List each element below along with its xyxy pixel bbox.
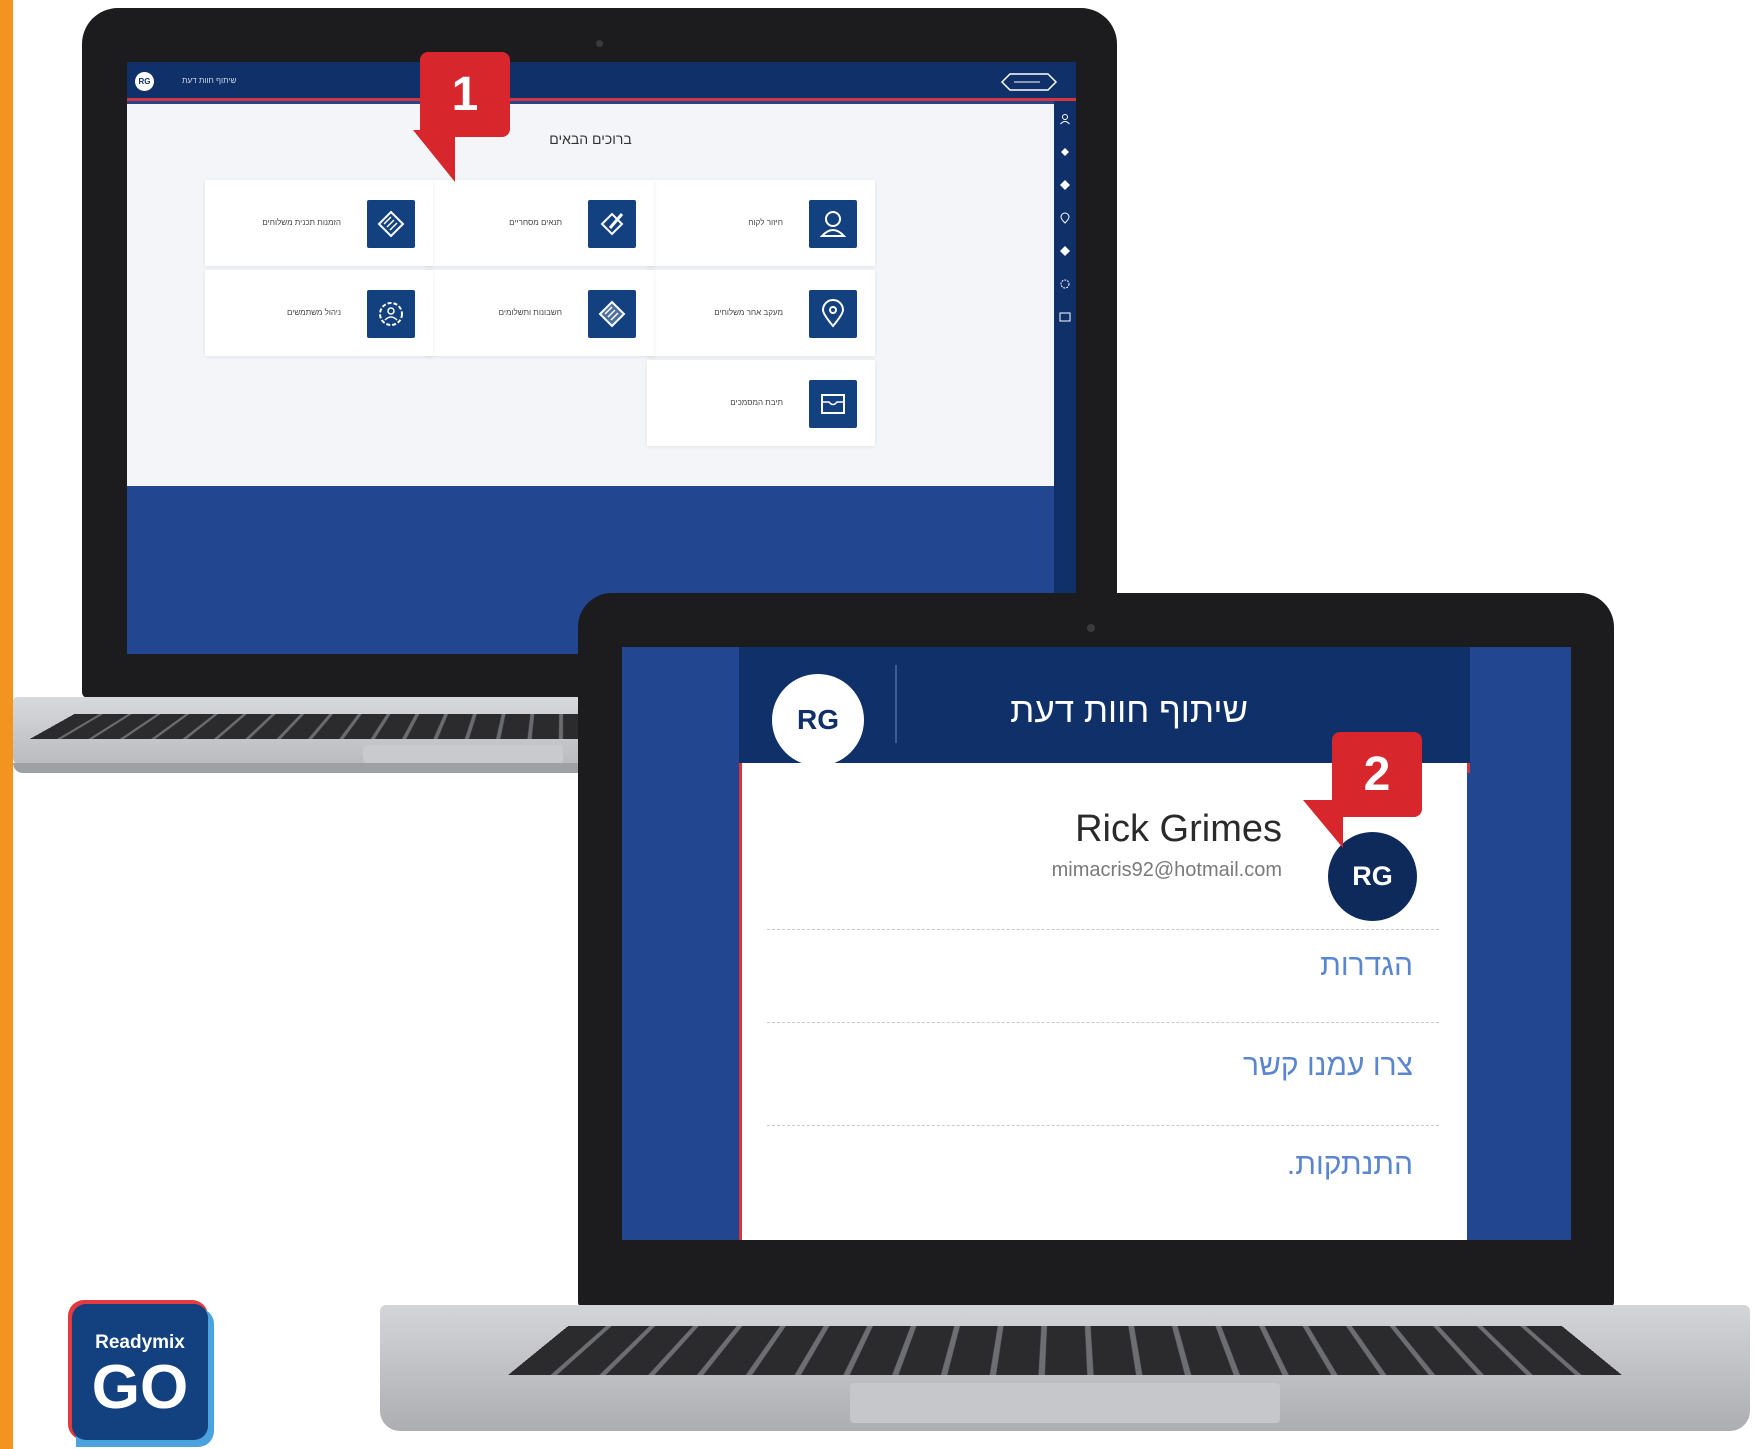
- diamond-layers-icon: [588, 290, 636, 338]
- menu-divider: [767, 929, 1439, 930]
- orange-accent-strip: [0, 0, 13, 1449]
- side-nav: [1054, 101, 1076, 654]
- tile-commercial-terms[interactable]: תנאים מסחריים: [426, 180, 654, 266]
- laptop-1-screen: RG שיתוף חוות דעת ברוכים הבאים חיזור לקו…: [127, 62, 1076, 654]
- diamond-layers-icon: [367, 200, 415, 248]
- tile-delivery-orders[interactable]: הזמנות תכנית משלוחים: [205, 180, 433, 266]
- pen-tag-icon[interactable]: [1059, 146, 1071, 158]
- location-pin-icon: [809, 290, 857, 338]
- accent-line: [1467, 763, 1470, 773]
- dashboard-content: ברוכים הבאים חיזור לקוח תנאים מסחריים הז…: [127, 104, 1054, 486]
- tile-label: תיבת המסמכים: [730, 398, 783, 407]
- laptop-2-base: [380, 1305, 1750, 1431]
- callout-badge-2: 2: [1332, 732, 1422, 817]
- tile-user-management[interactable]: ניהול משתמשים: [205, 270, 433, 356]
- settings-menu-item[interactable]: הגדרות: [1320, 949, 1413, 983]
- laptop-2-trackpad: [850, 1383, 1280, 1423]
- header-divider: [895, 665, 897, 743]
- diamond-icon[interactable]: [1059, 245, 1071, 257]
- user-name: Rick Grimes: [1075, 808, 1282, 850]
- logout-menu-item[interactable]: התנתקות.: [1287, 1148, 1413, 1182]
- user-avatar[interactable]: RG: [135, 72, 154, 91]
- gear-user-icon: [367, 290, 415, 338]
- logo-front: Readymix GO: [72, 1304, 208, 1440]
- dropdown-caret: [806, 745, 834, 763]
- callout-2-pointer: [1303, 800, 1343, 848]
- logo-brand: Readymix: [95, 1332, 185, 1353]
- contact-us-menu-item[interactable]: צרו עמנו קשר: [1243, 1049, 1413, 1083]
- location-pin-icon[interactable]: [1059, 212, 1071, 224]
- laptop-2-screen: שיתוף חוות דעת RG Rick Grimes mimacris92…: [622, 647, 1571, 1240]
- tile-label: חיזור לקוח: [748, 218, 783, 227]
- menu-divider: [767, 1125, 1439, 1126]
- laptop-1-camera: [596, 40, 603, 47]
- user-email: mimacris92@hotmail.com: [1051, 859, 1282, 881]
- readymix-logo-icon[interactable]: [1000, 72, 1058, 92]
- tile-invoices-payments[interactable]: חשבונות ותשלומים: [426, 270, 654, 356]
- tile-delivery-tracking[interactable]: מעקב אחר משלוחים: [647, 270, 875, 356]
- user-dropdown-menu: Rick Grimes mimacris92@hotmail.com RG הג…: [739, 763, 1470, 1240]
- diamond-icon[interactable]: [1059, 179, 1071, 191]
- laptop-2-keyboard: [508, 1325, 1622, 1376]
- callout-badge-1: 1: [420, 52, 510, 137]
- laptop-1-trackpad: [363, 745, 563, 763]
- pen-tag-icon: [588, 200, 636, 248]
- logo-go: GO: [91, 1353, 189, 1422]
- tile-document-box[interactable]: תיבת המסמכים: [647, 360, 875, 446]
- callout-1-pointer: [413, 130, 455, 182]
- tile-label: מעקב אחר משלוחים: [714, 308, 783, 317]
- mailbox-icon: [809, 380, 857, 428]
- readymix-go-logo: Readymix GO: [68, 1300, 214, 1447]
- user-icon[interactable]: [1059, 113, 1071, 125]
- feedback-link[interactable]: שיתוף חוות דעת: [1010, 691, 1248, 731]
- gear-icon[interactable]: [1059, 278, 1071, 290]
- tile-label: הזמנות תכנית משלוחים: [262, 218, 341, 227]
- laptop-2-camera: [1087, 624, 1095, 632]
- welcome-heading: ברוכים הבאים: [549, 131, 632, 147]
- tile-customer-service[interactable]: חיזור לקוח: [647, 180, 875, 266]
- tile-label: תנאים מסחריים: [509, 218, 562, 227]
- tile-label: חשבונות ותשלומים: [498, 308, 562, 317]
- menu-divider: [767, 1022, 1439, 1023]
- mailbox-icon[interactable]: [1059, 311, 1071, 323]
- tile-label: ניהול משתמשים: [286, 308, 341, 317]
- feedback-link[interactable]: שיתוף חוות דעת: [182, 76, 236, 85]
- top-bar: RG שיתוף חוות דעת: [127, 62, 1076, 101]
- user-icon: [809, 200, 857, 248]
